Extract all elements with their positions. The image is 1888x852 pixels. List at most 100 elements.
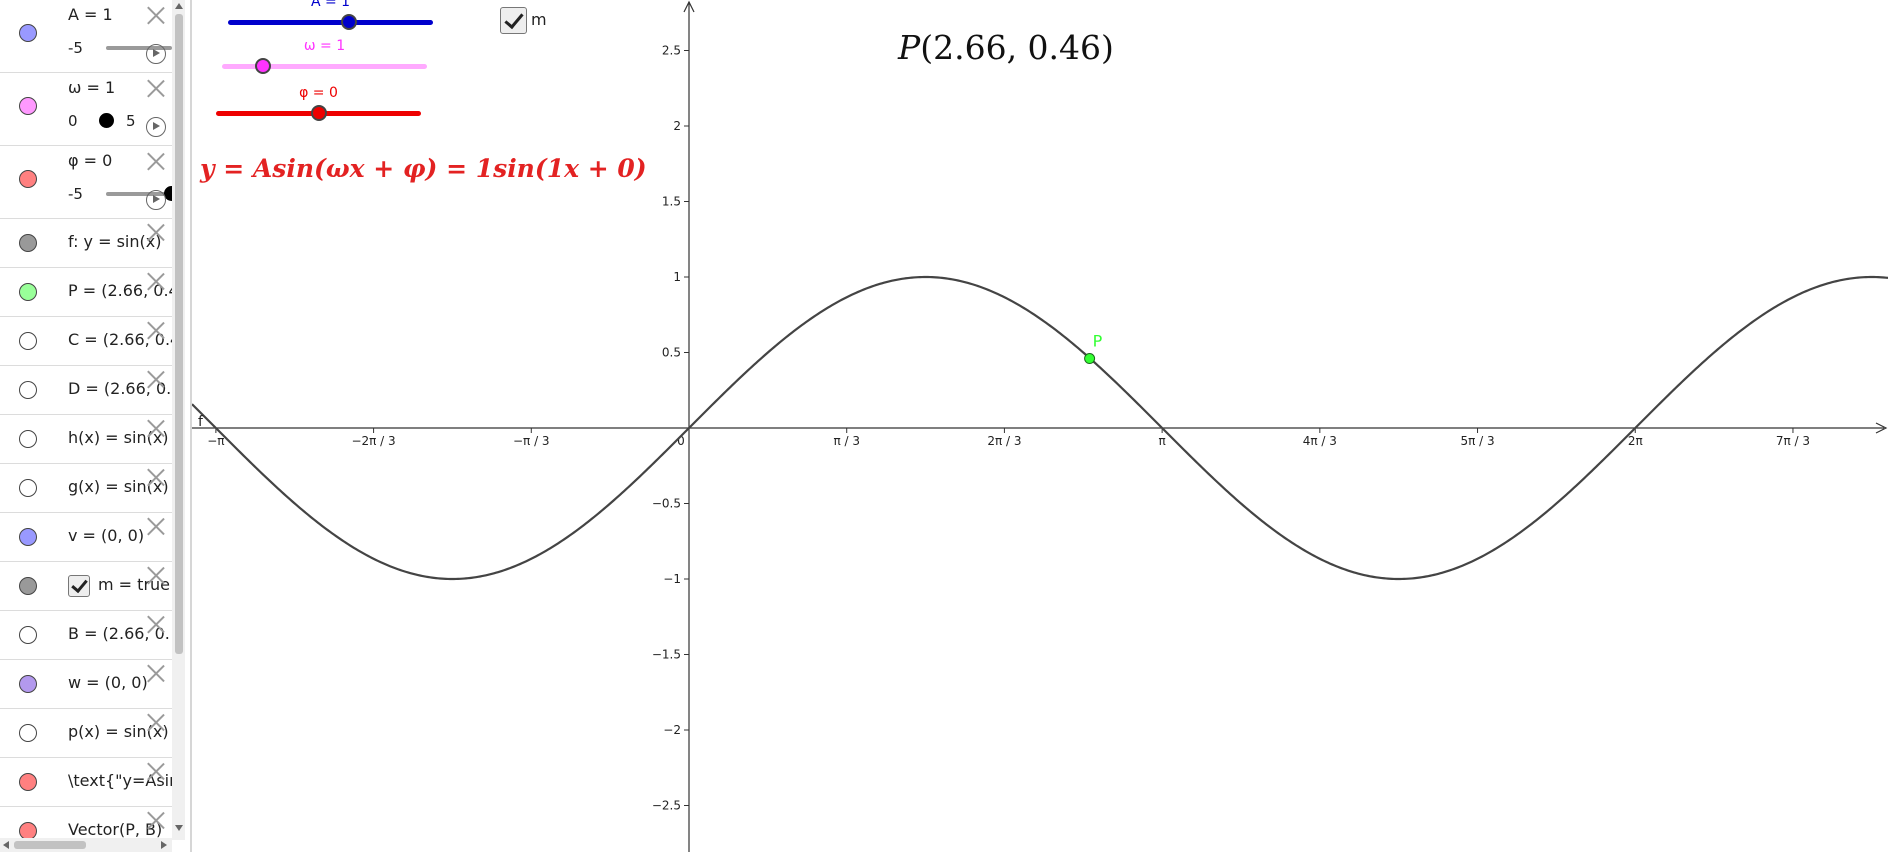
close-icon[interactable] [146,810,166,830]
close-icon[interactable] [146,78,166,98]
visibility-toggle[interactable] [19,430,37,448]
close-icon[interactable] [146,614,166,634]
play-animation-icon[interactable] [146,44,166,64]
y-tick-label: 1.5 [662,195,681,209]
close-icon[interactable] [146,369,166,389]
close-icon[interactable] [146,271,166,291]
y-tick-label: −2 [663,723,681,737]
algebra-row-vector-w[interactable]: w = (0, 0) [0,660,172,709]
visibility-toggle[interactable] [19,773,37,791]
visibility-toggle[interactable] [19,626,37,644]
horizontal-scrollbar[interactable] [0,838,172,852]
slider-thumb[interactable] [99,113,114,128]
y-tick-label: −1 [663,572,681,586]
y-tick-label: 2 [673,119,681,133]
close-icon[interactable] [146,151,166,171]
algebra-row-point-p[interactable]: P = (2.66, 0.4 [0,268,172,317]
algebra-row-function-g[interactable]: g(x) = sin(x) [0,464,172,513]
visibility-toggle[interactable] [19,577,37,595]
algebra-row-vector-v[interactable]: v = (0, 0) [0,513,172,562]
algebra-view: A = 1 -5 ω = 1 0 5 φ = 0 -5 f: y = sin(x) P = (2… [0,0,185,852]
slider-phi-label: φ = 0 [299,85,338,101]
visibility-toggle[interactable] [19,24,37,42]
close-icon[interactable] [146,418,166,438]
scroll-left-arrow-icon[interactable] [3,841,9,849]
visibility-toggle[interactable] [19,675,37,693]
close-icon[interactable] [146,663,166,683]
visibility-toggle[interactable] [19,528,37,546]
formula-text[interactable]: y = Asin(ωx + φ) = 1sin(1x + 0) [200,154,647,183]
vertical-scrollbar[interactable] [172,0,185,840]
scrollbar-thumb[interactable] [14,841,86,849]
algebra-row-label[interactable]: v = (0, 0) [68,526,144,545]
x-tick-label: π / 3 [833,434,860,448]
point-coords: (2.66, 0.46) [920,28,1114,67]
y-tick-label: 1 [673,270,681,284]
scroll-down-arrow-icon[interactable] [175,825,183,831]
close-icon[interactable] [146,516,166,536]
visibility-toggle[interactable] [19,381,37,399]
point-name: P [898,28,921,67]
algebra-row-label[interactable]: ω = 1 [68,78,115,97]
close-icon[interactable] [146,320,166,340]
algebra-row-slider-a[interactable]: A = 1 -5 [0,0,172,73]
slider-min-label: -5 [68,39,83,57]
slider-A-track[interactable] [228,20,433,25]
slider-omega-track[interactable] [222,64,427,69]
algebra-row-function-h[interactable]: h(x) = sin(x) [0,415,172,464]
algebra-row-label[interactable]: w = (0, 0) [68,673,148,692]
algebra-row-function-p[interactable]: p(x) = sin(x) [0,709,172,758]
close-icon[interactable] [146,5,166,25]
slider-A-label: A = 1 [310,0,351,10]
slider-omega-label: ω = 1 [303,38,346,54]
close-icon[interactable] [146,222,166,242]
close-icon[interactable] [146,712,166,732]
algebra-row-label[interactable]: φ = 0 [68,151,112,170]
y-tick-label: −1.5 [652,648,681,662]
scroll-up-arrow-icon[interactable] [175,3,183,9]
x-tick-label: 2π / 3 [987,434,1021,448]
algebra-row-point-c[interactable]: C = (2.66, 0.4 [0,317,172,366]
scrollbar-thumb[interactable] [175,14,183,654]
visibility-toggle[interactable] [19,97,37,115]
algebra-row-label[interactable]: A = 1 [68,5,113,24]
x-tick-label: 4π / 3 [1303,434,1337,448]
x-tick-label: −2π / 3 [351,434,395,448]
visibility-toggle[interactable] [19,283,37,301]
slider-min-label: 0 [68,112,78,130]
algebra-row-slider-phi[interactable]: φ = 0 -5 [0,146,172,219]
play-animation-icon[interactable] [146,190,166,210]
algebra-row-point-d[interactable]: D = (2.66, 0. [0,366,172,415]
algebra-row-function-f[interactable]: f: y = sin(x) [0,219,172,268]
visibility-toggle[interactable] [19,234,37,252]
graphics-view[interactable]: −π −2π / 3 −π / 30π / 3 2π / 3 π 4π / 3 5π / 3… [192,0,1888,852]
algebra-row-slider-omega[interactable]: ω = 1 0 5 [0,73,172,146]
algebra-row-point-b[interactable]: B = (2.66, 0. [0,611,172,660]
slider-phi-thumb[interactable] [311,105,327,121]
algebra-row-boolean-m[interactable]: m = true [0,562,172,611]
scroll-right-arrow-icon[interactable] [161,841,167,849]
close-icon[interactable] [146,565,166,585]
x-tick-label: 7π / 3 [1776,434,1810,448]
function-plot[interactable]: −π −2π / 3 −π / 30π / 3 2π / 3 π 4π / 3 5π / 3… [192,0,1888,852]
y-tick-label: 2.5 [662,44,681,58]
visibility-toggle[interactable] [19,332,37,350]
show-vector-checkbox[interactable] [500,7,527,34]
close-icon[interactable] [146,467,166,487]
slider-A-thumb[interactable] [341,14,357,30]
point-p[interactable] [1084,353,1096,365]
x-tick-label: −π [207,434,224,448]
close-icon[interactable] [146,761,166,781]
x-tick-label: 5π / 3 [1460,434,1494,448]
point-coordinates-text[interactable]: P(2.66, 0.46) [898,28,1114,67]
y-tick-label: −2.5 [652,799,681,813]
play-animation-icon[interactable] [146,117,166,137]
slider-omega-thumb[interactable] [255,58,271,74]
boolean-checkbox[interactable] [68,575,90,597]
algebra-row-text-formula[interactable]: \text{"y=Asin [0,758,172,807]
visibility-toggle[interactable] [19,724,37,742]
x-tick-label: 2π [1628,434,1643,448]
visibility-toggle[interactable] [19,479,37,497]
x-tick-label: π [1159,434,1166,448]
visibility-toggle[interactable] [19,170,37,188]
